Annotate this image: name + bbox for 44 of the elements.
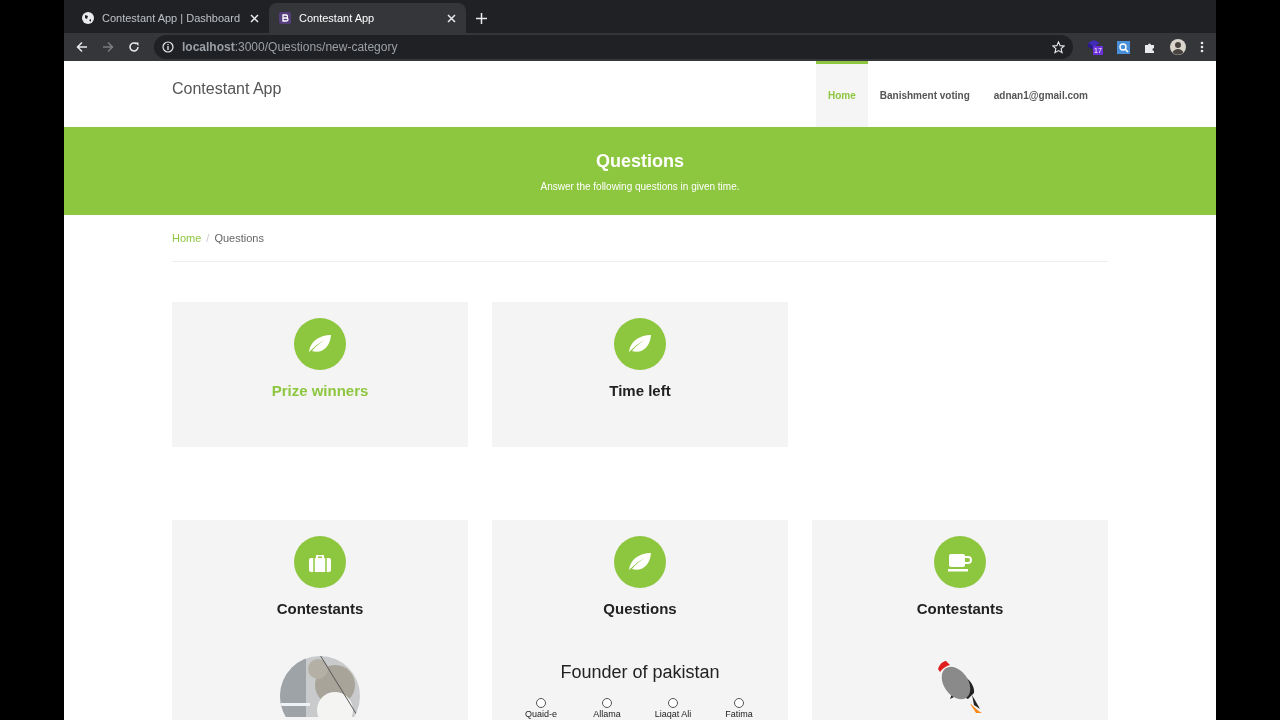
nav-link[interactable]: Banishment voting — [867, 61, 982, 128]
question-text: Founder of pakistan — [560, 660, 720, 684]
option-label: Liaqat Ali — [654, 708, 692, 719]
nav-link[interactable]: adnan1@gmail.com — [981, 61, 1100, 128]
url-text: localhost:3000/Questions/new-category — [182, 39, 398, 57]
address-bar[interactable]: localhost:3000/Questions/new-category — [154, 35, 1073, 60]
menu-icon[interactable] — [1200, 41, 1204, 54]
leaf-icon — [614, 536, 666, 588]
forward-icon[interactable] — [102, 41, 114, 54]
radio-button[interactable] — [734, 697, 744, 708]
back-icon[interactable] — [76, 41, 88, 54]
browser-tab[interactable]: Contestant App | Dashboard — [72, 3, 269, 34]
browser-tab[interactable]: Contestant App — [269, 3, 466, 34]
breadcrumb-current: Questions — [214, 230, 264, 246]
option-label: Allama — [593, 708, 621, 719]
leaf-icon — [294, 318, 346, 370]
briefcase-icon — [294, 536, 346, 588]
card-title: Contestants — [276, 599, 364, 619]
brand-name[interactable]: Contestant App — [172, 61, 816, 128]
card-title: Questions — [603, 599, 677, 619]
info-icon — [162, 41, 174, 54]
cup-icon — [934, 536, 986, 588]
avatar-icon[interactable] — [1170, 39, 1186, 56]
option-label: Quaid-e — [525, 708, 557, 719]
search-icon[interactable] — [1117, 40, 1130, 54]
breadcrumb-separator: / — [205, 230, 211, 246]
radio-button[interactable] — [668, 697, 678, 708]
new-tab-icon[interactable] — [476, 13, 487, 25]
puzzle-icon[interactable] — [1144, 41, 1156, 54]
radio-button[interactable] — [602, 697, 612, 708]
card-title: Prize winners — [271, 381, 369, 401]
card-title: Contestants — [916, 599, 1004, 619]
banner-subtitle: Answer the following questions in given time. — [540, 180, 740, 195]
option-label: Fatima — [725, 708, 753, 719]
close-icon[interactable] — [447, 13, 456, 23]
globe-icon — [82, 12, 94, 25]
leaf-icon — [614, 318, 666, 370]
radio-button[interactable] — [536, 697, 546, 708]
banner-title: Questions — [596, 150, 684, 174]
reload-icon[interactable] — [128, 41, 140, 54]
site-logo-icon — [279, 12, 291, 25]
close-icon[interactable] — [250, 13, 259, 23]
card-title: Time left — [609, 381, 671, 401]
star-icon[interactable] — [1052, 40, 1065, 54]
